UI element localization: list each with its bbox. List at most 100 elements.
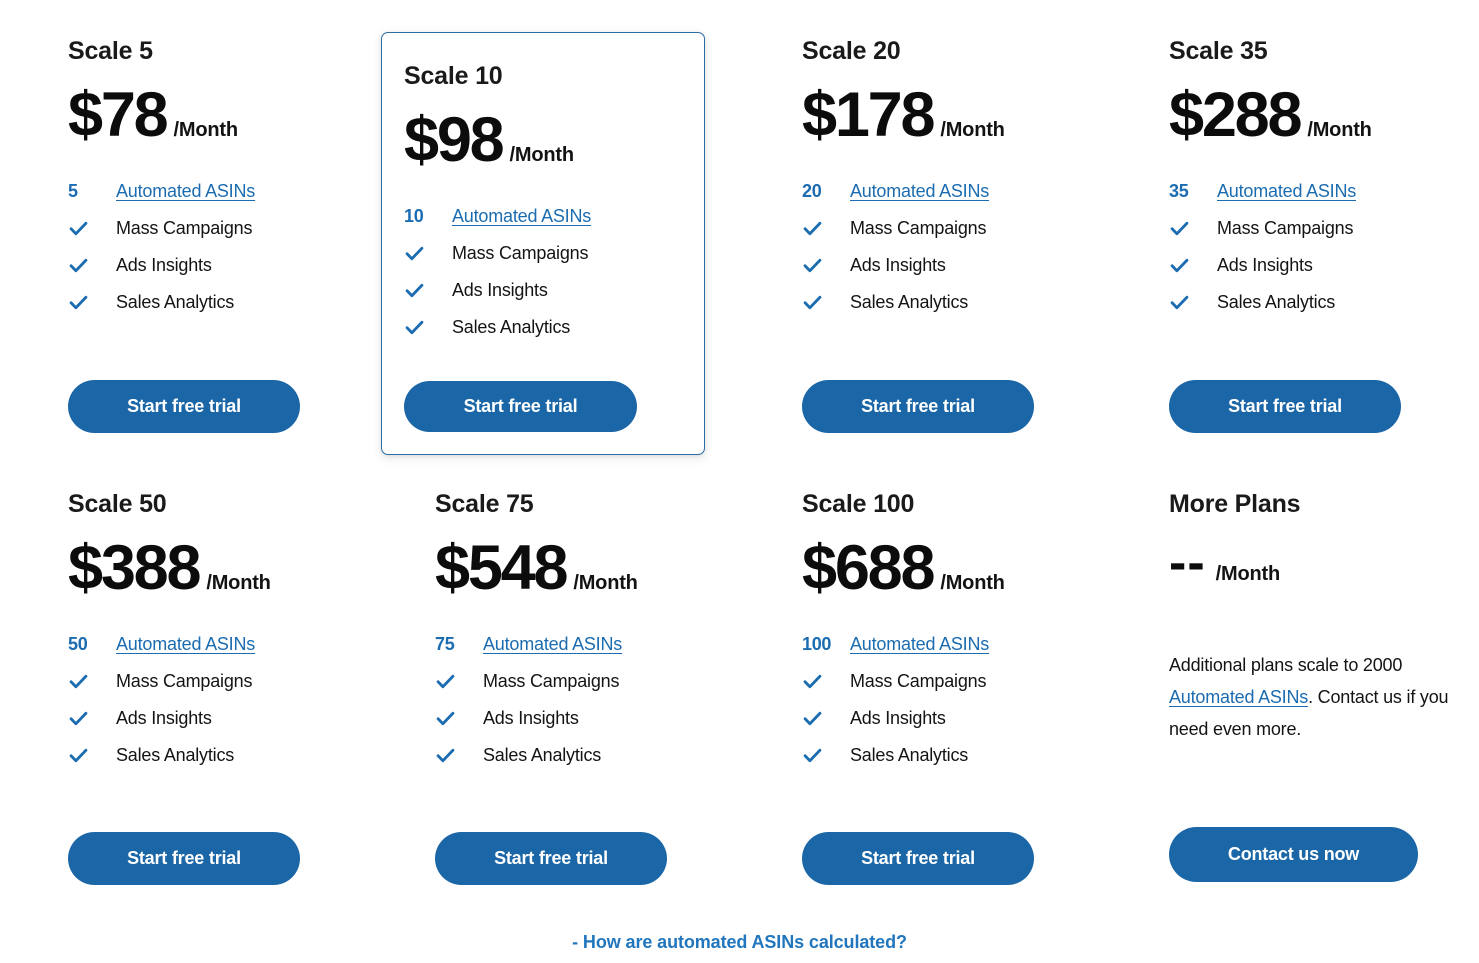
plan-feature-list: 100 Automated ASINs Mass Campaigns Ads I…	[802, 626, 1101, 774]
asin-count-wrap: 10	[404, 206, 452, 227]
plan-price: $388	[68, 532, 202, 603]
start-free-trial-button[interactable]: Start free trial	[404, 381, 637, 432]
feature-item: Mass Campaigns	[802, 663, 1101, 700]
feature-item: Mass Campaigns	[68, 663, 367, 700]
check-icon	[69, 221, 88, 235]
check-icon	[803, 674, 822, 688]
automated-asins-link[interactable]: Automated ASINs	[483, 634, 622, 655]
feature-label: Mass Campaigns	[483, 670, 620, 691]
plan-price-line: $388 /Month	[68, 532, 367, 603]
contact-us-now-button[interactable]: Contact us now	[1169, 827, 1418, 882]
check-wrap	[1169, 255, 1217, 276]
start-free-trial-button[interactable]: Start free trial	[1169, 380, 1401, 433]
plan-price-period: /Month	[940, 571, 1005, 594]
feature-label: Ads Insights	[116, 254, 212, 275]
asin-count: 100	[802, 633, 832, 654]
plan-price: --	[1169, 533, 1206, 592]
asin-count: 10	[404, 205, 424, 226]
start-free-trial-button[interactable]: Start free trial	[435, 832, 667, 885]
plan-feature-list: 10 Automated ASINs Mass Campaigns Ads In…	[404, 198, 704, 346]
feature-label: Sales Analytics	[483, 744, 602, 765]
plan-column-scale-100: Scale 100 $688 /Month 100 Automated ASIN…	[734, 451, 1101, 902]
plan-price-line: -- /Month	[1169, 537, 1468, 589]
check-wrap	[802, 708, 850, 729]
start-free-trial-button[interactable]: Start free trial	[68, 380, 300, 433]
check-icon	[1170, 258, 1189, 272]
feature-label: Mass Campaigns	[116, 670, 253, 691]
check-wrap	[68, 255, 116, 276]
start-free-trial-button[interactable]: Start free trial	[802, 380, 1034, 433]
check-icon	[405, 246, 424, 260]
asin-count-wrap: 35	[1169, 181, 1217, 202]
plan-card-more-plans: More Plans -- /Month Additional plans sc…	[1101, 451, 1468, 902]
feature-item: Ads Insights	[435, 700, 734, 737]
feature-label: Ads Insights	[850, 707, 946, 728]
plan-title: Scale 5	[68, 37, 153, 65]
feature-label: Mass Campaigns	[850, 217, 987, 238]
check-wrap	[68, 671, 116, 692]
plan-price-period: /Month	[173, 118, 239, 141]
asin-count: 35	[1169, 180, 1189, 201]
plan-column-scale-75: Scale 75 $548 /Month 75 Automated ASINs	[367, 451, 734, 902]
plan-price-line: $548 /Month	[435, 532, 734, 603]
plan-title: Scale 35	[1169, 37, 1268, 65]
automated-asins-link[interactable]: Automated ASINs	[1217, 181, 1356, 202]
plan-price-line: $98 /Month	[404, 108, 704, 172]
plan-feature-list: 5 Automated ASINs Mass Campaigns Ads Ins…	[68, 173, 367, 321]
check-wrap	[802, 218, 850, 239]
feature-item: Sales Analytics	[802, 284, 1101, 321]
check-wrap	[68, 218, 116, 239]
plan-price-line: $178 /Month	[802, 83, 1101, 147]
start-free-trial-button[interactable]: Start free trial	[802, 832, 1034, 885]
check-icon	[69, 258, 88, 272]
feature-label: Sales Analytics	[850, 291, 969, 312]
plan-price: $548	[435, 532, 569, 603]
plan-price-period: /Month	[573, 571, 638, 594]
check-icon	[405, 283, 424, 297]
plan-title: Scale 75	[435, 490, 534, 518]
feature-label: Ads Insights	[850, 254, 946, 275]
check-icon	[69, 674, 88, 688]
note-text-before: Additional plans scale to 2000	[1169, 654, 1403, 675]
plan-feature-list: 35 Automated ASINs Mass Campaigns Ads In…	[1169, 173, 1468, 321]
asin-count-wrap: 100	[802, 634, 850, 655]
check-wrap	[68, 292, 116, 313]
plan-title: Scale 50	[68, 490, 167, 518]
feature-item: Ads Insights	[802, 700, 1101, 737]
feature-item: Ads Insights	[404, 272, 704, 309]
plan-feature-list: 50 Automated ASINs Mass Campaigns Ads In…	[68, 626, 367, 774]
feature-item: Sales Analytics	[435, 737, 734, 774]
feature-label: Sales Analytics	[1217, 291, 1336, 312]
plan-feature-list: 20 Automated ASINs Mass Campaigns Ads In…	[802, 173, 1101, 321]
feature-item: Sales Analytics	[802, 737, 1101, 774]
asin-count-wrap: 20	[802, 181, 850, 202]
check-icon	[803, 295, 822, 309]
feature-item: Sales Analytics	[68, 284, 367, 321]
check-icon	[436, 748, 455, 762]
automated-asins-link[interactable]: Automated ASINs	[116, 181, 255, 202]
automated-asins-link[interactable]: Automated ASINs	[452, 206, 591, 227]
feature-label: Mass Campaigns	[452, 242, 589, 263]
check-icon	[1170, 295, 1189, 309]
asin-count: 75	[435, 633, 455, 654]
feature-label: Mass Campaigns	[116, 217, 253, 238]
automated-asins-link[interactable]: Automated ASINs	[850, 181, 989, 202]
plan-price-period: /Month	[1215, 562, 1281, 585]
feature-item: Sales Analytics	[1169, 284, 1468, 321]
start-free-trial-button[interactable]: Start free trial	[68, 832, 300, 885]
check-wrap	[435, 671, 483, 692]
how-are-asins-calculated-link[interactable]: - How are automated ASINs calculated?	[572, 932, 907, 952]
feature-label: Ads Insights	[483, 707, 579, 728]
check-wrap	[435, 708, 483, 729]
check-icon	[69, 295, 88, 309]
feature-automated-asins: 75 Automated ASINs	[435, 626, 734, 663]
feature-label: Mass Campaigns	[1217, 217, 1354, 238]
automated-asins-link[interactable]: Automated ASINs	[116, 634, 255, 655]
plan-card-scale-100: Scale 100 $688 /Month 100 Automated ASIN…	[734, 451, 1101, 902]
automated-asins-link[interactable]: Automated ASINs	[1169, 687, 1308, 707]
check-icon	[803, 748, 822, 762]
plan-price-period: /Month	[940, 118, 1005, 141]
asin-count: 5	[68, 180, 78, 201]
automated-asins-link[interactable]: Automated ASINs	[850, 634, 989, 655]
plan-title: Scale 10	[404, 62, 503, 90]
